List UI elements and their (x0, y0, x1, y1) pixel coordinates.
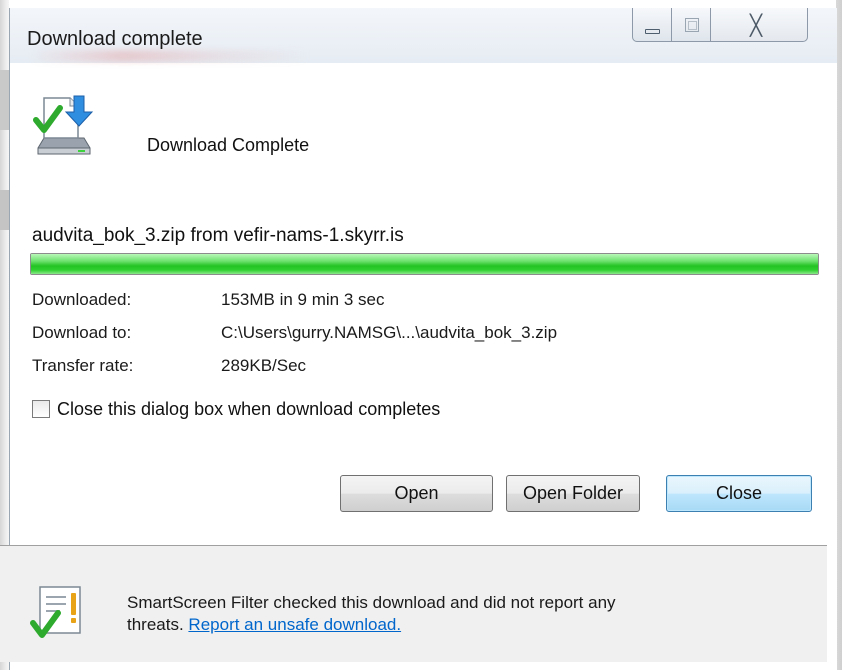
smartscreen-message: SmartScreen Filter checked this download… (127, 592, 787, 636)
download-progress-bar (30, 253, 819, 275)
detail-value: 153MB in 9 min 3 sec (221, 290, 385, 309)
detail-label: Download to: (32, 323, 132, 342)
close-button[interactable]: Close (666, 475, 812, 512)
close-icon: ╳ (750, 13, 763, 37)
close-on-complete-label[interactable]: Close this dialog box when download comp… (57, 399, 440, 420)
minimize-icon (645, 29, 660, 34)
detail-label: Transfer rate: (32, 356, 134, 375)
window-title: Download complete (27, 28, 203, 50)
maximize-button (671, 8, 711, 42)
smartscreen-check-icon (30, 586, 81, 638)
download-complete-icon (33, 95, 94, 155)
detail-label: Downloaded: (32, 290, 132, 309)
detail-value: 289KB/Sec (221, 356, 307, 375)
file-source-line: audvita_bok_3.zip from vefir-nams-1.skyr… (32, 225, 404, 246)
report-unsafe-download-link[interactable]: Report an unsafe download. (188, 615, 401, 634)
maximize-icon (685, 18, 699, 32)
detail-value: C:\Users\gurry.NAMSG\...\audvita_bok_3.z… (221, 323, 558, 342)
header-title: Download Complete (147, 135, 310, 155)
minimize-button[interactable] (632, 8, 672, 42)
smartscreen-message-prefix: threats. (127, 615, 189, 634)
close-window-button[interactable]: ╳ (710, 8, 808, 42)
open-folder-button[interactable]: Open Folder (506, 475, 640, 512)
open-button[interactable]: Open (340, 475, 493, 512)
close-on-complete-checkbox[interactable] (32, 400, 50, 418)
smartscreen-message-line1: SmartScreen Filter checked this download… (127, 593, 616, 612)
progress-fill (31, 254, 818, 274)
title-bar[interactable]: Download complete ╳ (10, 8, 837, 63)
screen: Download complete ╳ Download Complete au… (0, 0, 842, 670)
